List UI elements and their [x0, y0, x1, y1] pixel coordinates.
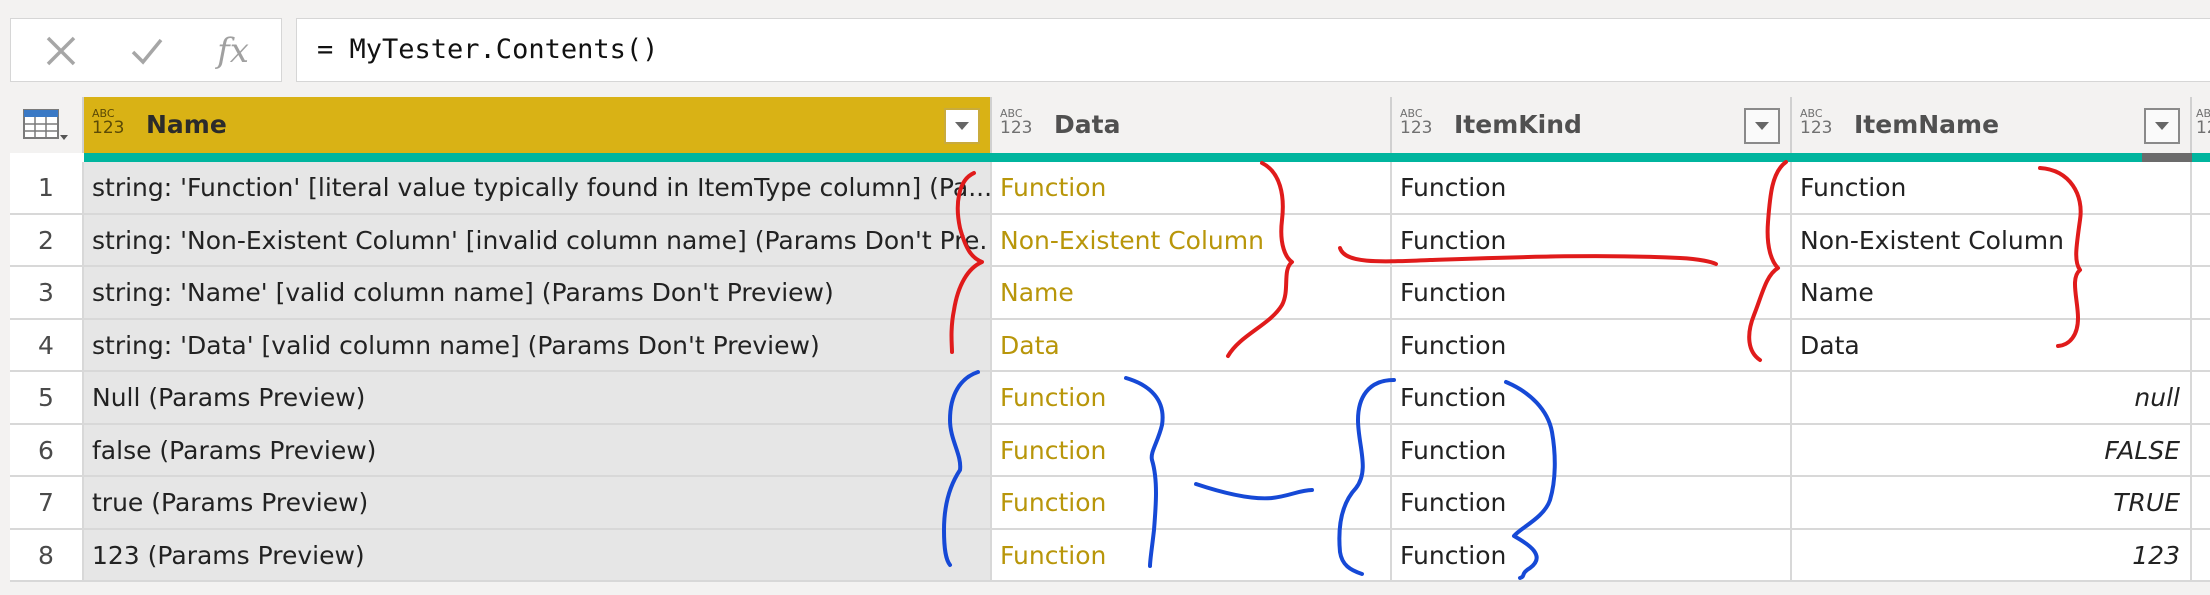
column-title: ItemName	[1854, 110, 2000, 139]
column-header-data[interactable]: ABC 123 Data	[992, 97, 1392, 153]
row-number: 7	[10, 477, 84, 530]
cell-name[interactable]: true (Params Preview)	[84, 477, 992, 530]
data-grid: ABC 123 Name ABC 123 Data ABC 123 ItemKi…	[10, 97, 2210, 582]
cell-name[interactable]: string: 'Name' [valid column name] (Para…	[84, 267, 992, 320]
cell-next[interactable]	[2192, 372, 2210, 425]
row-number: 1	[10, 162, 84, 215]
table-row[interactable]: 5 Null (Params Preview) Function Functio…	[10, 372, 2210, 425]
filter-dropdown-button[interactable]	[944, 108, 980, 144]
column-quality-bar	[84, 153, 992, 162]
column-quality-bar-error	[2142, 153, 2192, 162]
table-row[interactable]: 3 string: 'Name' [valid column name] (Pa…	[10, 267, 2210, 320]
column-quality-bar	[1392, 153, 1792, 162]
cell-next[interactable]	[2192, 529, 2210, 582]
insert-function-button[interactable]: fx	[211, 31, 255, 71]
cell-data[interactable]: Data	[992, 319, 1392, 372]
column-quality-bar	[2192, 153, 2210, 162]
formula-controls: fx	[10, 18, 282, 82]
cell-itemname[interactable]: null	[1792, 372, 2192, 425]
row-number: 3	[10, 267, 84, 320]
table-row[interactable]: 6 false (Params Preview) Function Functi…	[10, 424, 2210, 477]
column-title: Name	[146, 110, 227, 139]
cell-itemname[interactable]: TRUE	[1792, 477, 2192, 530]
cell-itemkind[interactable]: Function	[1392, 162, 1792, 215]
cell-next[interactable]	[2192, 424, 2210, 477]
cell-data[interactable]: Name	[992, 267, 1392, 320]
row-number: 4	[10, 319, 84, 372]
column-header-itemname[interactable]: ABC 123 ItemName	[1792, 97, 2192, 153]
table-row[interactable]: 1 string: 'Function' [literal value typi…	[10, 162, 2210, 215]
column-header-next[interactable]: ABC 123	[2192, 97, 2210, 153]
row-number: 5	[10, 372, 84, 425]
cell-itemkind[interactable]: Function	[1392, 214, 1792, 267]
table-icon	[23, 109, 68, 140]
cell-itemname[interactable]: Function	[1792, 162, 2192, 215]
cell-next[interactable]	[2192, 477, 2210, 530]
formula-bar: fx = MyTester.Contents()	[0, 0, 2210, 100]
table-row[interactable]: 7 true (Params Preview) Function Functio…	[10, 477, 2210, 530]
cell-itemkind[interactable]: Function	[1392, 529, 1792, 582]
cell-next[interactable]	[2192, 319, 2210, 372]
table-row[interactable]: 2 string: 'Non-Existent Column' [invalid…	[10, 214, 2210, 267]
cell-name[interactable]: string: 'Function' [literal value typica…	[84, 162, 992, 215]
table-row[interactable]: 4 string: 'Data' [valid column name] (Pa…	[10, 319, 2210, 372]
cell-data[interactable]: Function	[992, 477, 1392, 530]
cell-itemkind[interactable]: Function	[1392, 267, 1792, 320]
column-title: ItemKind	[1454, 110, 1582, 139]
any-type-icon: ABC 123	[1000, 107, 1033, 138]
any-type-icon: ABC 123	[92, 107, 125, 138]
cell-name[interactable]: string: 'Data' [valid column name] (Para…	[84, 319, 992, 372]
check-icon	[131, 38, 163, 65]
cell-next[interactable]	[2192, 162, 2210, 215]
cancel-button[interactable]	[39, 33, 83, 69]
commit-button[interactable]	[125, 33, 169, 69]
cell-data[interactable]: Function	[992, 529, 1392, 582]
cell-data[interactable]: Function	[992, 162, 1392, 215]
cell-itemname[interactable]: 123	[1792, 529, 2192, 582]
cell-itemkind[interactable]: Function	[1392, 372, 1792, 425]
column-header-itemkind[interactable]: ABC 123 ItemKind	[1392, 97, 1792, 153]
x-icon	[46, 36, 76, 66]
fx-icon: fx	[217, 31, 249, 71]
chevron-down-icon	[955, 122, 969, 130]
cell-name[interactable]: false (Params Preview)	[84, 424, 992, 477]
cell-data[interactable]: Function	[992, 424, 1392, 477]
row-number: 6	[10, 424, 84, 477]
cell-data[interactable]: Function	[992, 372, 1392, 425]
chevron-down-icon	[1755, 122, 1769, 130]
cell-itemname[interactable]: Data	[1792, 319, 2192, 372]
cell-itemkind[interactable]: Function	[1392, 477, 1792, 530]
any-type-icon: ABC 123	[1800, 107, 1833, 138]
column-title: Data	[1054, 110, 1121, 139]
cell-data[interactable]: Non-Existent Column	[992, 214, 1392, 267]
any-type-icon: ABC 123	[2196, 107, 2210, 138]
filter-dropdown-button[interactable]	[1744, 108, 1780, 144]
cell-itemname[interactable]: FALSE	[1792, 424, 2192, 477]
cell-itemname[interactable]: Non-Existent Column	[1792, 214, 2192, 267]
cell-next[interactable]	[2192, 214, 2210, 267]
row-number: 2	[10, 214, 84, 267]
chevron-down-icon	[2155, 122, 2169, 130]
column-header-name[interactable]: ABC 123 Name	[84, 97, 992, 153]
formula-input[interactable]: = MyTester.Contents()	[296, 18, 2210, 82]
filter-dropdown-button[interactable]	[2144, 108, 2180, 144]
cell-next[interactable]	[2192, 267, 2210, 320]
cell-itemkind[interactable]: Function	[1392, 319, 1792, 372]
cell-itemkind[interactable]: Function	[1392, 424, 1792, 477]
cell-name[interactable]: 123 (Params Preview)	[84, 529, 992, 582]
column-quality-bar	[992, 153, 1392, 162]
table-menu-button[interactable]	[10, 97, 84, 153]
column-quality-bar	[1792, 153, 2142, 162]
any-type-icon: ABC 123	[1400, 107, 1433, 138]
cell-name[interactable]: Null (Params Preview)	[84, 372, 992, 425]
row-number: 8	[10, 529, 84, 582]
cell-name[interactable]: string: 'Non-Existent Column' [invalid c…	[84, 214, 992, 267]
cell-itemname[interactable]: Name	[1792, 267, 2192, 320]
table-row[interactable]: 8 123 (Params Preview) Function Function…	[10, 529, 2210, 582]
